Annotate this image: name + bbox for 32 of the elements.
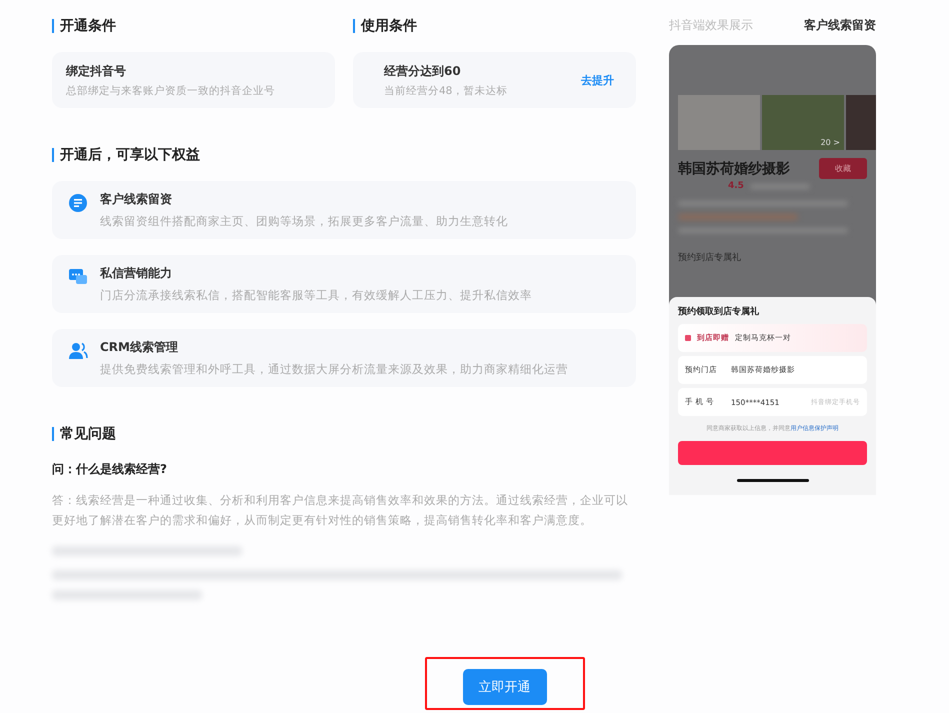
upgrade-link[interactable]: 去提升 [581, 72, 614, 88]
section-title: 使用条件 [353, 19, 636, 33]
gift-title: 预约到店专属礼 [678, 252, 742, 264]
home-indicator [736, 479, 808, 482]
submit-button[interactable] [678, 441, 867, 465]
benefit-name: 私信营销能力 [100, 265, 173, 282]
benefit-desc: 门店分流承接线索私信，搭配智能客服等工具，有效缓解人工压力、提升私信效率 [100, 288, 532, 303]
condition-name: 经营分达到60 [384, 62, 462, 80]
section-title: 常见问题 [52, 427, 636, 441]
benefit-desc: 提供免费线索管理和外呼工具，通过数据大屏分析流量来源及效果，助力商家精细化运营 [100, 362, 568, 377]
activate-button[interactable]: 立即开通 [462, 669, 546, 705]
benefit-name: 客户线索留资 [100, 191, 173, 208]
faq-question: 问：什么是线索经营? [52, 461, 168, 478]
rating: 4.5 [728, 181, 744, 191]
benefit-desc: 线索留资组件搭配商家主页、团购等场景，拓展更多客户流量、助力生意转化 [100, 214, 508, 229]
condition-desc: 当前经营分48，暂未达标 [384, 84, 508, 98]
photo-count: 20 > [820, 138, 840, 147]
benefit-name: CRM线索管理 [100, 339, 179, 356]
preview-tab[interactable]: 客户线索留资 [804, 17, 876, 34]
document-icon [68, 193, 88, 213]
users-icon [68, 341, 88, 361]
condition-name: 绑定抖音号 [66, 62, 127, 80]
condition-desc: 总部绑定与来客账户资质一致的抖音企业号 [66, 84, 275, 98]
faq-answer: 答：线索经营是一种通过收集、分析和利用客户信息来提高销售效率和效果的方法。通过线索经营，企业可以更好地了解潜在客户的需求和偏好，从而制定更有针对性的销售策略，提高销售转化率和客户满意度。 [52, 492, 629, 529]
shop-name: 韩国苏荷婚纱摄影 [678, 160, 790, 178]
collect-button[interactable]: 收藏 [819, 158, 867, 179]
chat-icon [68, 267, 88, 287]
sheet-title: 预约领取到店专属礼 [678, 305, 760, 318]
photo-placeholder [846, 95, 876, 150]
section-title: 开通条件 [52, 19, 335, 33]
gift-icon [685, 335, 691, 341]
section-title: 开通后，可享以下权益 [52, 148, 636, 162]
